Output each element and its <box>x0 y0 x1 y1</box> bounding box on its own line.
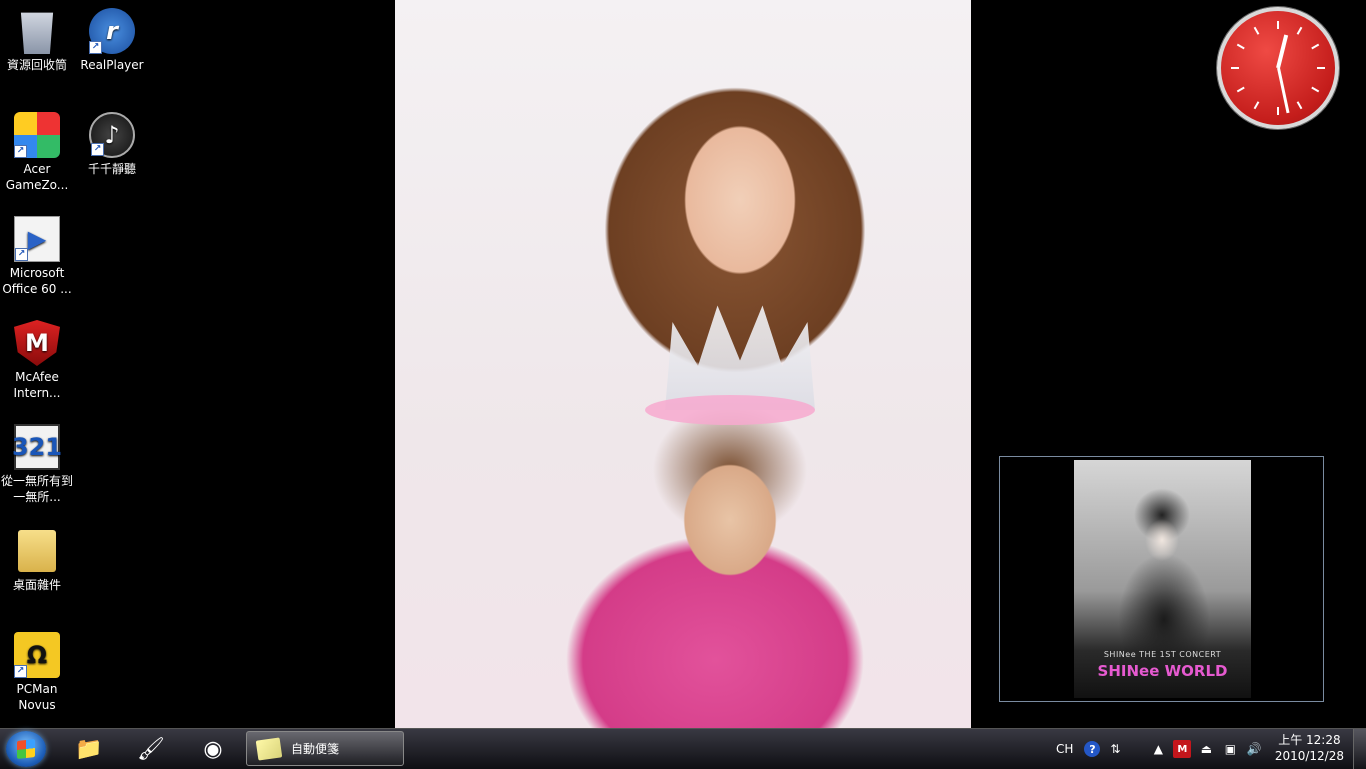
folder-icon <box>14 528 60 574</box>
media-player-icon: ◉ <box>203 736 223 762</box>
desktop-icon-label: 資源回收筒 <box>6 58 67 72</box>
taskbar: 📁 🖌 ◉ 自動便箋 CH ? ⇅ ▲ M ⏏ ▣ 🔊 上午 12:28 201… <box>0 728 1366 769</box>
desktop-icon-acer-gamezone[interactable]: ↗ Acer GameZo... <box>0 112 74 193</box>
shortcut-arrow-icon: ↗ <box>91 143 104 156</box>
show-hidden-icons-icon[interactable]: ▲ <box>1149 740 1167 758</box>
desktop-icon-microsoft-office[interactable]: ▶ ↗ Microsoft Office 60 ... <box>0 216 74 297</box>
wallpaper-tutu <box>645 395 815 425</box>
safely-remove-hardware-icon[interactable]: ⏏ <box>1197 740 1215 758</box>
slideshow-caption: SHINee THE 1ST CONCERT <box>1103 650 1222 659</box>
desktop-icon-label: 千千靜聽 <box>87 162 136 176</box>
desktop-icon-recycle-bin[interactable]: 資源回收筒 <box>0 8 74 73</box>
start-button[interactable] <box>6 731 46 767</box>
clock-tick <box>1236 43 1245 50</box>
desktop-icon-ttplayer[interactable]: ♪ ↗ 千千靜聽 <box>75 112 149 177</box>
windows-logo-icon <box>17 739 35 759</box>
help-icon[interactable]: ? <box>1084 741 1101 757</box>
shortcut-arrow-icon: ↗ <box>89 41 102 54</box>
clock-gadget[interactable] <box>1217 7 1339 129</box>
paint-icon: 🖌 <box>137 736 165 762</box>
taskbar-window-label: 自動便箋 <box>291 742 340 756</box>
desktop-icon-label: McAfee Intern... <box>13 370 61 400</box>
clock-tick <box>1311 86 1320 93</box>
desktop-icon-video-file[interactable]: 321 從一無所有到一無所... <box>0 424 74 505</box>
volume-icon[interactable]: 🔊 <box>1245 740 1263 758</box>
clock-tick <box>1317 67 1325 69</box>
language-indicator[interactable]: CH <box>1056 742 1073 756</box>
taskbar-pin-media-player[interactable]: ◉ <box>188 732 238 766</box>
microsoft-office-icon: ▶ ↗ <box>14 216 60 262</box>
taskbar-time: 上午 12:28 <box>1278 733 1341 747</box>
desktop-icon-label: PCMan Novus <box>16 682 58 712</box>
taskbar-clock[interactable]: 上午 12:28 2010/12/28 <box>1275 732 1344 764</box>
shortcut-arrow-icon: ↗ <box>15 248 28 261</box>
taskbar-window-sticky-notes[interactable]: 自動便箋 <box>246 731 404 766</box>
pcman-icon: Ω ↗ <box>14 632 60 678</box>
video-file-icon: 321 <box>12 424 62 470</box>
clock-tick <box>1311 43 1320 50</box>
desktop-icon-folder[interactable]: 桌面雜件 <box>0 528 74 593</box>
realplayer-icon: r ↗ <box>89 8 135 54</box>
clock-hour-hand <box>1276 34 1289 69</box>
desktop-icon-label: Microsoft Office 60 ... <box>2 266 72 296</box>
desktop-icon-pcman[interactable]: Ω ↗ PCMan Novus <box>0 632 74 713</box>
desktop-icon-label: RealPlayer <box>80 58 144 72</box>
wallpaper-crown <box>665 305 815 410</box>
system-tray: CH ? ⇅ ▲ M ⏏ ▣ 🔊 <box>1056 729 1266 769</box>
clock-tick <box>1253 101 1260 110</box>
clock-tick <box>1296 101 1303 110</box>
explorer-icon: 📁 <box>75 736 103 762</box>
recycle-bin-icon <box>20 12 54 54</box>
slideshow-logo: SHINee WORLD <box>1097 662 1228 680</box>
slideshow-photo: SHINee THE 1ST CONCERT SHINee WORLD <box>1074 460 1251 698</box>
desktop-wallpaper <box>395 0 971 728</box>
desktop-icon-label: Acer GameZo... <box>5 162 69 192</box>
taskbar-pin-explorer[interactable]: 📁 <box>64 732 114 766</box>
ime-options-icon[interactable]: ⇅ <box>1106 740 1124 758</box>
clock-tick <box>1253 26 1260 35</box>
ttplayer-icon: ♪ ↗ <box>89 112 135 158</box>
clock-tick <box>1236 86 1245 93</box>
shortcut-arrow-icon: ↗ <box>14 665 27 678</box>
taskbar-date: 2010/12/28 <box>1274 749 1344 763</box>
acer-gamezone-icon: ↗ <box>14 112 60 158</box>
desktop-icon-label: 從一無所有到一無所... <box>0 474 73 504</box>
slideshow-gadget[interactable]: SHINee THE 1ST CONCERT SHINee WORLD <box>999 456 1324 702</box>
show-desktop-button[interactable] <box>1353 729 1366 769</box>
desktop-icon-label: 桌面雜件 <box>12 578 61 592</box>
clock-tick <box>1231 67 1239 69</box>
clock-tick <box>1277 21 1279 29</box>
clock-tick <box>1277 107 1279 115</box>
mcafee-icon: M <box>14 320 60 366</box>
mcafee-tray-icon[interactable]: M <box>1173 740 1192 758</box>
desktop-icon-mcafee[interactable]: M McAfee Intern... <box>0 320 74 401</box>
desktop-icon-realplayer[interactable]: r ↗ RealPlayer <box>75 8 149 73</box>
sticky-notes-icon <box>255 736 283 761</box>
shortcut-arrow-icon: ↗ <box>14 145 27 158</box>
clock-tick <box>1296 26 1303 35</box>
network-icon[interactable]: ▣ <box>1221 740 1239 758</box>
taskbar-pin-paint[interactable]: 🖌 <box>126 732 176 766</box>
